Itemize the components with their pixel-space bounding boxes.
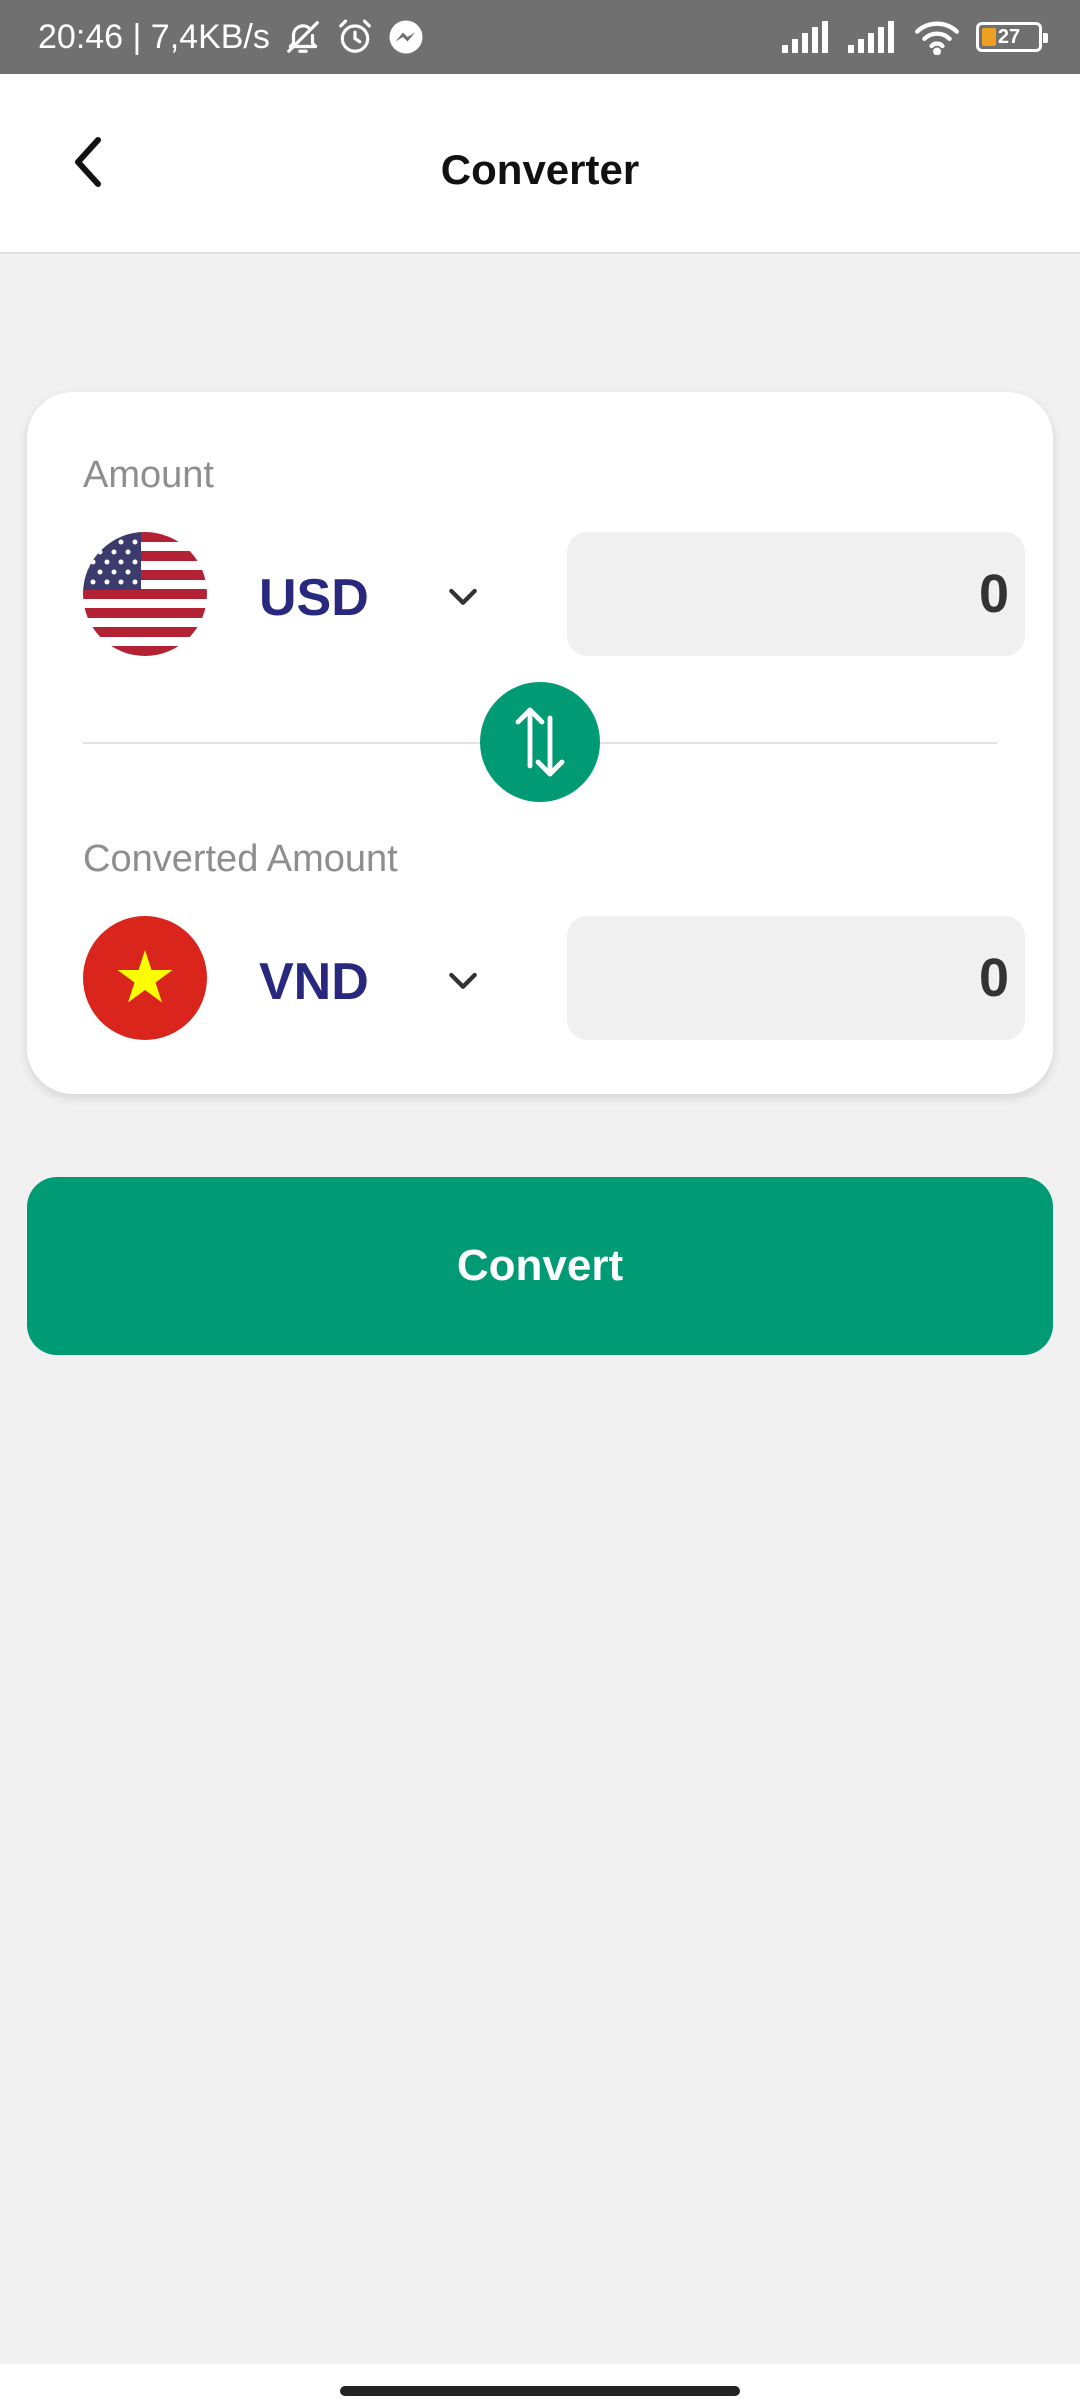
battery-level: 27 — [997, 25, 1021, 48]
amount-input[interactable]: 0 — [567, 532, 1025, 656]
bell-off-icon — [284, 18, 322, 56]
us-flag-icon — [83, 532, 207, 656]
battery-icon: 27 — [976, 22, 1048, 52]
status-time-speed: 20:46 | 7,4KB/s — [38, 17, 270, 56]
alarm-icon — [336, 18, 374, 56]
signal-icon — [848, 21, 898, 53]
amount-label: Amount — [83, 454, 214, 496]
to-currency-row: VND 0 — [83, 916, 1025, 1040]
chevron-down-icon — [449, 972, 477, 989]
converter-card: Amount USD 0 Converted Amount VND 0 — [27, 392, 1053, 1094]
status-right: 27 — [782, 19, 1048, 55]
wifi-icon — [914, 19, 960, 55]
from-currency-code: USD — [259, 569, 369, 627]
converted-amount-label: Converted Amount — [83, 838, 398, 880]
convert-button[interactable]: Convert — [27, 1177, 1053, 1355]
signal-icon — [782, 21, 832, 53]
navigation-bar — [0, 2364, 1080, 2408]
from-currency-selector[interactable]: USD — [83, 532, 503, 656]
page-title: Converter — [440, 146, 640, 193]
app-bar: Converter — [0, 74, 1080, 254]
swap-button[interactable] — [480, 682, 600, 802]
from-currency-row: USD 0 — [83, 532, 1025, 656]
messenger-icon — [388, 19, 424, 55]
converted-amount-output[interactable]: 0 — [567, 916, 1025, 1040]
swap-vertical-icon — [515, 707, 565, 777]
vietnam-flag-icon — [83, 916, 207, 1040]
status-left: 20:46 | 7,4KB/s — [38, 18, 424, 57]
home-indicator[interactable] — [340, 2386, 740, 2396]
chevron-down-icon — [449, 588, 477, 605]
status-bar: 20:46 | 7,4KB/s 27 — [0, 0, 1080, 74]
to-currency-selector[interactable]: VND — [83, 916, 503, 1040]
to-currency-code: VND — [259, 953, 369, 1011]
